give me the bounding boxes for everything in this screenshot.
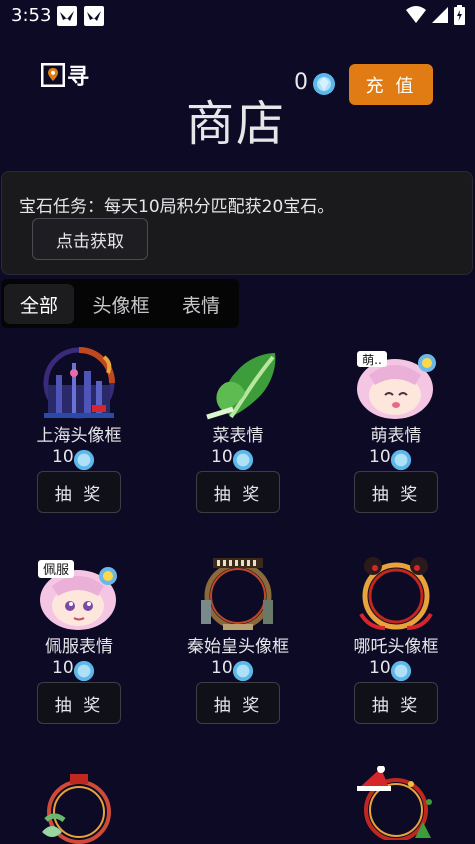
draw-button[interactable]: 抽 奖 [196, 682, 280, 724]
gem-task-text: 宝石任务：每天10局积分匹配获20宝石。 [19, 197, 335, 217]
tab-avatar-frame[interactable]: 头像框 [81, 284, 161, 324]
shop-item[interactable]: 菜表情 10 抽 奖 [163, 345, 313, 525]
gem-icon [390, 660, 412, 682]
logo-text: 寻 [67, 65, 90, 90]
snake-frame-icon [42, 774, 111, 844]
gem-task-card: 宝石任务：每天10局积分匹配获20宝石。 点击获取 [1, 171, 473, 275]
item-name: 上海头像框 [36, 426, 122, 446]
shanghai-frame-icon [43, 347, 115, 419]
gem-icon [390, 449, 412, 471]
shop-item[interactable]: 上海头像框 10 抽 奖 [4, 345, 154, 525]
recharge-button[interactable]: 充 值 [349, 64, 433, 105]
item-name: 萌表情 [370, 426, 422, 446]
item-name: 菜表情 [212, 426, 264, 446]
signal-icon [432, 7, 448, 23]
claim-reward-button[interactable]: 点击获取 [32, 218, 148, 260]
shop-item[interactable]: 佩服 佩服表情 10 抽 奖 [4, 556, 154, 736]
item-name: 秦始皇头像框 [187, 637, 289, 657]
gem-balance: 0 [294, 70, 308, 95]
gem-icon [232, 449, 254, 471]
battery-charging-icon [454, 5, 465, 25]
page-title: 商店 [186, 96, 287, 152]
sticker-text: 佩服 [43, 563, 69, 578]
sticker-text: 萌.. [362, 353, 382, 367]
shop-item[interactable]: 秦始皇头像框 10 抽 奖 [163, 556, 313, 736]
item-price: 10 [52, 658, 74, 678]
gem-icon [232, 660, 254, 682]
item-price: 10 [369, 658, 391, 678]
item-price: 10 [52, 447, 74, 467]
gem-icon [73, 449, 95, 471]
christmas-frame-icon [357, 766, 432, 840]
draw-button[interactable]: 抽 奖 [37, 682, 121, 724]
item-name: 佩服表情 [45, 637, 113, 657]
wifi-icon [406, 6, 426, 23]
tab-stickers[interactable]: 表情 [166, 284, 236, 324]
draw-button[interactable]: 抽 奖 [354, 682, 438, 724]
app-bird-icon [84, 6, 104, 26]
qinshihuang-frame-icon [201, 558, 273, 630]
tab-all[interactable]: 全部 [4, 284, 74, 324]
cute-sticker-icon: 萌.. [357, 351, 436, 419]
nezha-frame-icon [359, 557, 433, 630]
admire-sticker-icon: 佩服 [38, 560, 117, 630]
item-price: 10 [211, 447, 233, 467]
category-tabs: 全部 头像框 表情 [1, 279, 239, 328]
shop-item[interactable]: 哪吒头像框 10 抽 奖 [321, 556, 471, 736]
status-time: 3:53 [11, 5, 52, 26]
gem-icon [313, 73, 335, 95]
draw-button[interactable]: 抽 奖 [354, 471, 438, 513]
app-bird-icon [57, 6, 77, 26]
draw-button[interactable]: 抽 奖 [196, 471, 280, 513]
item-name: 哪吒头像框 [353, 637, 439, 657]
shop-item[interactable]: 萌.. 萌表情 10 抽 奖 [321, 345, 471, 525]
item-price: 10 [211, 658, 233, 678]
status-bar: 3:53 [0, 0, 475, 32]
item-price: 10 [369, 447, 391, 467]
gem-icon [73, 660, 95, 682]
location-logo-icon [41, 63, 65, 87]
vegetable-sticker-icon [206, 353, 276, 420]
app-logo: 寻 [41, 60, 89, 90]
draw-button[interactable]: 抽 奖 [37, 471, 121, 513]
